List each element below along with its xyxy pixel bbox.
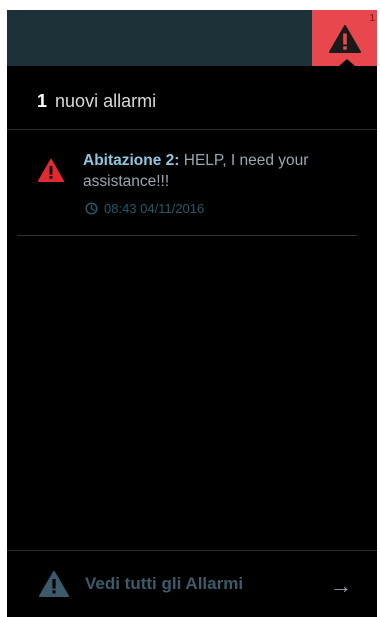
alarms-button[interactable]: 1 bbox=[312, 10, 377, 66]
alarm-time-text: 08:43 04/11/2016 bbox=[104, 201, 205, 216]
panel-title: 1 nuovi allarmi bbox=[37, 91, 156, 112]
alarm-count-badge: 1 bbox=[369, 13, 375, 24]
panel-footer: Vedi tutti gli Allarmi → bbox=[7, 550, 377, 617]
view-all-alarms-label: Vedi tutti gli Allarmi bbox=[85, 574, 244, 593]
arrow-right-icon[interactable]: → bbox=[330, 573, 352, 599]
alarm-source: Abitazione 2: bbox=[83, 152, 180, 169]
new-alarms-label: nuovi allarmi bbox=[55, 91, 157, 111]
panel-header: 1 nuovi allarmi bbox=[7, 66, 377, 130]
alarm-timestamp: 08:43 04/11/2016 bbox=[85, 201, 204, 216]
alarm-panel-app: 1 1 nuovi allarmi Abitazione 2: HELP, I … bbox=[7, 10, 377, 617]
new-alarms-count: 1 bbox=[37, 91, 48, 111]
alarm-text: Abitazione 2: HELP, I need your assistan… bbox=[83, 150, 358, 192]
warning-icon bbox=[39, 571, 69, 597]
warning-icon bbox=[328, 25, 361, 53]
dropdown-caret bbox=[339, 59, 355, 66]
clock-icon bbox=[85, 202, 98, 215]
view-all-alarms-link[interactable]: Vedi tutti gli Allarmi bbox=[39, 569, 243, 599]
warning-icon bbox=[38, 159, 64, 187]
top-bar: 1 bbox=[7, 10, 377, 66]
alarm-list-item[interactable]: Abitazione 2: HELP, I need your assistan… bbox=[17, 143, 357, 236]
